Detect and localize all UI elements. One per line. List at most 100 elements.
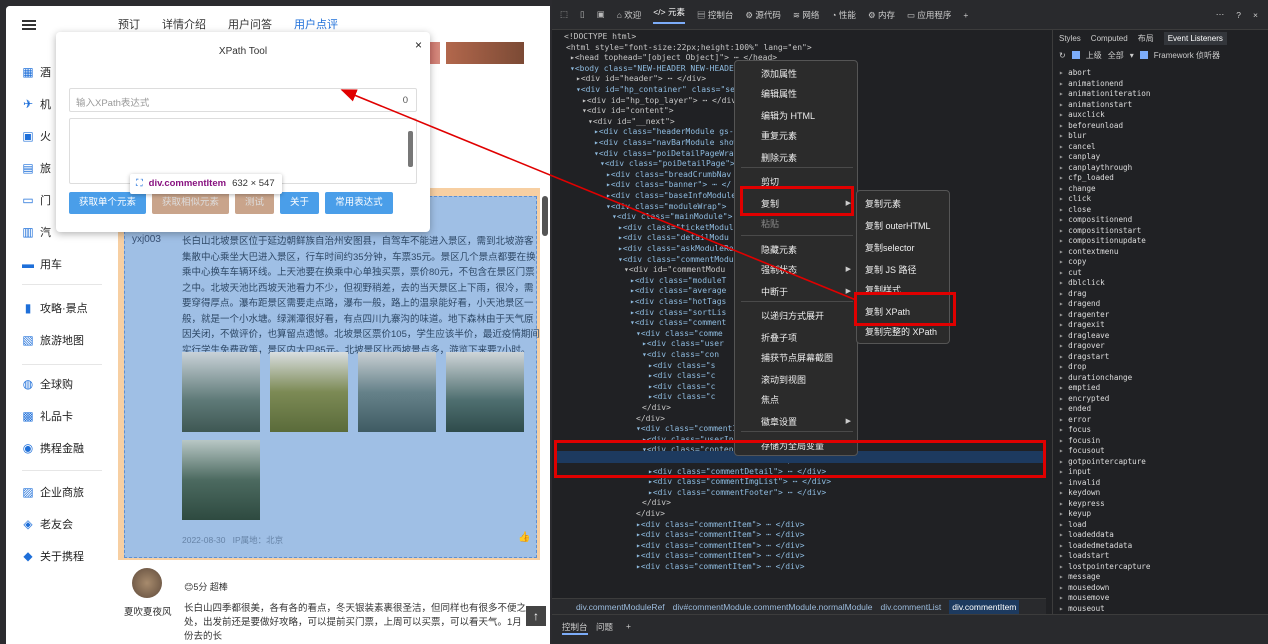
event-listener-item[interactable]: durationchange xyxy=(1059,373,1150,384)
event-listener-item[interactable]: click xyxy=(1059,194,1150,205)
context-menu-item[interactable]: 编辑属性 xyxy=(761,87,797,101)
event-listener-item[interactable]: abort xyxy=(1059,68,1150,79)
chevron-down-icon[interactable]: ▾ xyxy=(1130,51,1134,60)
crumb[interactable]: div.commentList xyxy=(881,602,942,612)
tab-memory[interactable]: ⚙ 内存 xyxy=(868,9,895,21)
event-listener-item[interactable]: canplaythrough xyxy=(1059,163,1150,174)
scroll-top-button[interactable]: ↑ xyxy=(526,606,546,626)
dom-node-row[interactable]: ▸<div class="commentItem"> ⋯ </div> xyxy=(636,551,805,561)
review-photo[interactable] xyxy=(446,42,524,64)
dom-node-row[interactable]: <html style="font-size:22px;height:100%"… xyxy=(566,43,812,53)
hamburger-menu-icon[interactable] xyxy=(22,20,36,30)
tab-welcome[interactable]: ⌂ 欢迎 xyxy=(617,9,642,21)
xpath-input[interactable]: 输入XPath表达式 0 xyxy=(69,88,417,112)
add-tab-icon[interactable]: + xyxy=(626,621,631,631)
dom-node-row[interactable]: ▾<div class="moduleWrap"> xyxy=(606,202,726,212)
avatar[interactable] xyxy=(132,568,162,598)
dom-node-row[interactable]: ▸<div class="c xyxy=(648,382,715,392)
dom-node-row[interactable]: ▸<div id="header"> ⋯ </div> xyxy=(576,74,706,84)
sidebar-item[interactable]: ▤ 旅 xyxy=(22,158,51,178)
review-username[interactable]: yxj003 xyxy=(132,234,161,245)
event-listener-item[interactable]: copy xyxy=(1059,257,1150,268)
submenu-item[interactable]: 复制 outerHTML xyxy=(865,219,931,233)
sidebar-item[interactable]: ▬ 用车 xyxy=(22,254,62,274)
dom-node-row[interactable]: ▸<div class="commentItem"> ⋯ </div> xyxy=(636,520,805,530)
event-listener-item[interactable]: drag xyxy=(1059,289,1150,300)
dom-node-row[interactable]: ▸<div class="commentFooter"> ⋯ </div> xyxy=(648,488,826,498)
dom-node-row[interactable]: ▸<div class="c xyxy=(648,392,715,402)
submenu-item[interactable]: 复制完整的 XPath xyxy=(865,325,937,339)
event-listener-item[interactable]: cancel xyxy=(1059,142,1150,153)
dom-node-row[interactable]: ▸<div class="user xyxy=(642,339,724,349)
dom-node-row[interactable]: ▸<div class="hotTags xyxy=(630,297,726,307)
drawer-tab-issues[interactable]: 问题 xyxy=(596,621,613,633)
sidebar-item[interactable]: ◍ 全球购 xyxy=(22,374,73,394)
event-listener-item[interactable]: blur xyxy=(1059,131,1150,142)
tab-application[interactable]: ▭ 应用程序 xyxy=(907,9,951,21)
add-tab-icon[interactable]: + xyxy=(963,10,968,20)
dom-node-row[interactable]: ▸<div class="s xyxy=(648,361,715,371)
dock-icon[interactable]: ▣ xyxy=(597,9,605,20)
tab-sources[interactable]: ⚙ 源代码 xyxy=(745,9,781,21)
dom-node-row[interactable]: ▸<div class="c xyxy=(648,371,715,381)
dom-node-row[interactable]: ▸<div class="ticketModule xyxy=(618,223,738,233)
inspect-icon[interactable]: ⬚ xyxy=(560,9,568,20)
device-icon[interactable]: ▯ xyxy=(580,9,585,20)
event-listener-item[interactable]: error xyxy=(1059,415,1150,426)
event-listener-item[interactable]: dragleave xyxy=(1059,331,1150,342)
sidebar-item[interactable]: ▨ 企业商旅 xyxy=(22,482,84,502)
event-listener-item[interactable]: compositionstart xyxy=(1059,226,1150,237)
close-icon[interactable]: × xyxy=(415,38,422,52)
event-listener-item[interactable]: auxclick xyxy=(1059,110,1150,121)
event-listener-item[interactable]: keyup xyxy=(1059,509,1150,520)
event-listener-item[interactable]: dblclick xyxy=(1059,278,1150,289)
context-menu-item[interactable]: 粘贴 xyxy=(761,217,779,231)
framework-checkbox[interactable] xyxy=(1139,51,1148,59)
event-listener-item[interactable]: emptied xyxy=(1059,383,1150,394)
tab-reviews[interactable]: 用户点评 xyxy=(294,16,338,32)
dom-node-row[interactable]: ▾<div id="__next"> xyxy=(588,117,675,127)
dom-node-row[interactable]: ▸<div class="navBarModule show xyxy=(594,138,739,148)
tab-console[interactable]: ▤ 控制台 xyxy=(697,9,733,21)
sidebar-item[interactable]: ◆ 关于携程 xyxy=(22,546,84,566)
dom-node-row[interactable]: ▸<div class="commentItem"> ⋯ </div> xyxy=(636,562,805,572)
event-listener-item[interactable]: loadstart xyxy=(1059,551,1150,562)
context-menu-item[interactable]: 隐藏元素 xyxy=(761,243,797,257)
event-listener-item[interactable]: dragexit xyxy=(1059,320,1150,331)
review-photo[interactable] xyxy=(358,352,436,432)
event-listener-item[interactable]: canplay xyxy=(1059,152,1150,163)
event-listener-item[interactable]: mousemove xyxy=(1059,593,1150,604)
crumb[interactable]: div#commentModule.commentModule.normalMo… xyxy=(673,602,873,612)
about-button[interactable]: 关于 xyxy=(280,192,320,214)
event-listener-item[interactable]: message xyxy=(1059,572,1150,583)
sidebar-item[interactable]: ▦ 酒 xyxy=(22,62,51,82)
dom-node-row[interactable]: ▸<div class="commentItem"> ⋯ </div> xyxy=(636,530,805,540)
event-listener-item[interactable]: dragover xyxy=(1059,341,1150,352)
event-listener-item[interactable]: keypress xyxy=(1059,499,1150,510)
event-listener-item[interactable]: animationend xyxy=(1059,79,1150,90)
sidebar-item[interactable]: ▥ 汽 xyxy=(22,222,51,242)
dom-node-row[interactable]: ▾<div class="poiDetailPage"> xyxy=(600,159,735,169)
result-scrollbar[interactable] xyxy=(408,131,413,167)
dom-node-row[interactable]: ▸<div class="headerModule gs-he xyxy=(594,127,743,137)
tab-qa[interactable]: 用户问答 xyxy=(228,16,272,32)
sidebar-item[interactable]: ▩ 礼品卡 xyxy=(22,406,73,426)
dom-node-row[interactable]: ▸<div class="askModuleRe xyxy=(618,244,734,254)
dom-node-row[interactable]: ▾<div class="comme xyxy=(636,329,723,339)
event-listener-item[interactable]: drop xyxy=(1059,362,1150,373)
context-menu-item[interactable]: 焦点 xyxy=(761,393,779,407)
event-listener-item[interactable]: dragstart xyxy=(1059,352,1150,363)
sidebar-item[interactable]: ▣ 火 xyxy=(22,126,51,146)
event-listener-item[interactable]: cfp_loaded xyxy=(1059,173,1150,184)
help-icon[interactable]: ? xyxy=(1236,10,1241,20)
dom-node-row[interactable]: ▾<body class="NEW-HEADER NEW-HEADER"> xyxy=(570,64,748,74)
submenu-item[interactable]: 复制 JS 路径 xyxy=(865,263,917,277)
event-listener-item[interactable]: compositionend xyxy=(1059,215,1150,226)
refresh-icon[interactable]: ↻ xyxy=(1059,51,1066,60)
crumb[interactable]: div.commentItem xyxy=(949,599,1020,614)
tab-computed[interactable]: Computed xyxy=(1091,34,1128,43)
event-listener-item[interactable]: contextmenu xyxy=(1059,247,1150,258)
dom-node-row[interactable]: ▾<div class="mainModule"> xyxy=(612,212,732,222)
context-menu-item[interactable]: 中断于 xyxy=(761,285,788,299)
event-listener-item[interactable]: keydown xyxy=(1059,488,1150,499)
